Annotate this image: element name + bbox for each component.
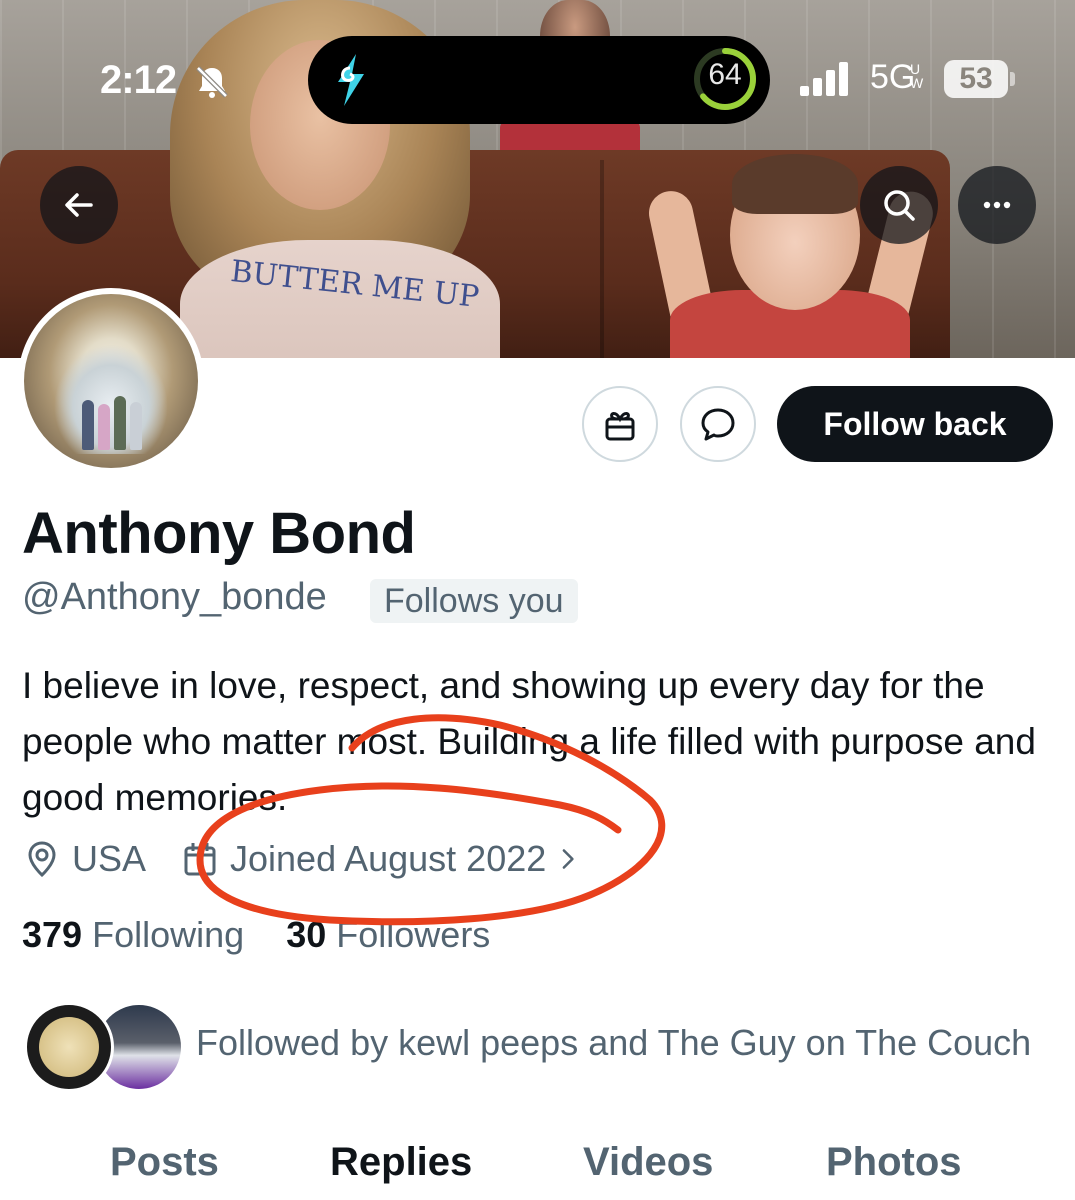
- followers-label: Followers: [336, 914, 491, 955]
- tab-videos[interactable]: Videos: [583, 1140, 713, 1185]
- search-button[interactable]: [860, 166, 938, 244]
- island-score: 64: [708, 58, 742, 91]
- network-sub-label: UW: [910, 62, 924, 90]
- status-time: 2:12: [100, 58, 177, 102]
- follow-back-button[interactable]: Follow back: [777, 386, 1053, 462]
- child-hair: [732, 154, 858, 214]
- back-button[interactable]: [40, 166, 118, 244]
- kewl-peeps-logo: [39, 1017, 99, 1077]
- location-text: USA: [72, 838, 147, 879]
- booth-seam: [600, 160, 604, 358]
- following-count: 379: [22, 914, 83, 955]
- location-pin-icon: [28, 841, 56, 878]
- avatar-photo: [24, 294, 198, 468]
- more-options-button[interactable]: [958, 166, 1036, 244]
- profile-bio: I believe in love, respect, and showing …: [22, 665, 1036, 818]
- following-label: Following: [92, 914, 245, 955]
- profile-handle: @Anthony_bonde: [22, 576, 327, 618]
- energy-app-icon: [338, 54, 364, 106]
- followed-by-avatars[interactable]: [24, 1002, 184, 1092]
- follower-avatar-kewl-peeps: [24, 1002, 114, 1092]
- avatar-person: [130, 402, 142, 450]
- followers-count: 30: [286, 914, 327, 955]
- calendar-icon: [184, 843, 216, 876]
- chevron-right-icon: [562, 849, 574, 869]
- profile-location: USA: [22, 838, 146, 880]
- profile-tabs: Posts Replies Videos Photos: [0, 1130, 1075, 1200]
- avatar-rock-arch: [44, 334, 178, 454]
- followers-link[interactable]: 30 Followers: [286, 914, 490, 955]
- battery-indicator: 53: [944, 60, 1008, 98]
- network-sub-text: UW: [910, 61, 924, 91]
- gift-button[interactable]: [582, 386, 658, 462]
- avatar-person: [114, 396, 126, 450]
- joined-text: Joined August 2022: [230, 838, 547, 879]
- profile-avatar[interactable]: [18, 288, 204, 474]
- arrow-left-icon: [65, 193, 93, 217]
- search-icon: [884, 190, 915, 221]
- tab-replies[interactable]: Replies: [330, 1140, 472, 1185]
- follows-you-badge: Follows you: [370, 579, 578, 623]
- profile-name: Anthony Bond: [22, 501, 416, 566]
- tab-photos[interactable]: Photos: [826, 1140, 962, 1185]
- bell-muted-icon: [196, 66, 228, 98]
- following-link[interactable]: 379 Following: [22, 914, 244, 955]
- avatar-person: [98, 404, 110, 450]
- gift-icon: [605, 412, 635, 441]
- avatar-person: [82, 400, 94, 450]
- network-label: 5G: [870, 58, 916, 96]
- battery-tip: [1010, 72, 1015, 86]
- message-icon: [701, 408, 735, 441]
- profile-stats: 379 Following 30 Followers: [22, 914, 490, 956]
- followed-by-text[interactable]: Followed by kewl peeps and The Guy on Th…: [196, 1022, 1031, 1064]
- tab-posts[interactable]: Posts: [110, 1140, 219, 1185]
- message-button[interactable]: [680, 386, 756, 462]
- profile-joined-date[interactable]: Joined August 2022: [180, 838, 596, 880]
- more-icon: [983, 201, 1011, 209]
- cellular-signal-icon: [800, 62, 848, 96]
